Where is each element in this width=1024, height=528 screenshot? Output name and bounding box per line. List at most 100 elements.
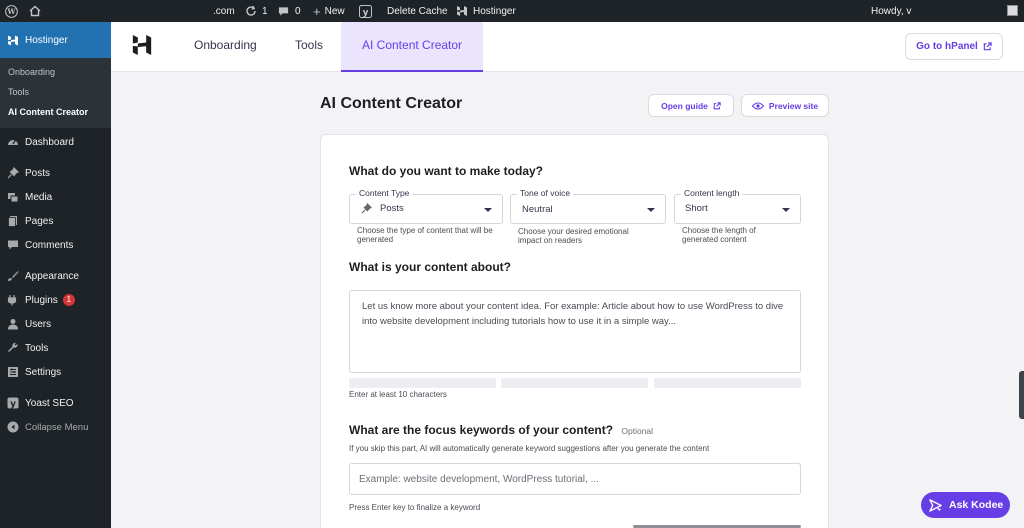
- sidebar-item-settings[interactable]: Settings: [0, 360, 111, 384]
- media-icon: [6, 190, 20, 204]
- hostinger-logo-icon[interactable]: [132, 34, 152, 61]
- chevron-down-icon: [484, 208, 492, 212]
- sidebar-item-appearance[interactable]: Appearance: [0, 264, 111, 288]
- strength-bar: [654, 378, 801, 388]
- sidebar-item-label: Plugins: [25, 294, 58, 306]
- sidebar-item-posts[interactable]: Posts: [0, 161, 111, 185]
- sidebar-item-label: Hostinger: [25, 34, 68, 46]
- content-length-select[interactable]: Content length Short: [674, 188, 801, 224]
- sidebar-item-label: Settings: [25, 366, 62, 378]
- hostinger-adminbar-label: Hostinger: [473, 5, 516, 17]
- sidebar-item-label: Yoast SEO: [25, 397, 74, 409]
- sidebar-item-plugins[interactable]: Plugins 1: [0, 288, 111, 312]
- focus-keywords-input[interactable]: Example: website development, WordPress …: [349, 463, 801, 495]
- admin-bar: W .com 1 0 + New y Delete Cache Hostinge…: [0, 0, 1024, 22]
- new-content-link[interactable]: + New: [313, 0, 345, 22]
- eye-icon: [751, 101, 764, 110]
- ask-kodee-button[interactable]: Ask Kodee: [921, 492, 1010, 518]
- content-type-legend: Content Type: [356, 188, 413, 198]
- sidebar-item-users[interactable]: Users: [0, 312, 111, 336]
- comment-bubble-icon: [278, 6, 289, 17]
- hostinger-adminbar-link[interactable]: Hostinger: [456, 0, 516, 22]
- tab-tools[interactable]: Tools: [295, 22, 323, 72]
- hostinger-top-nav: Onboarding Tools AI Content Creator Go t…: [111, 22, 1024, 72]
- comments-icon: [6, 238, 20, 252]
- comments-count: 0: [295, 5, 301, 17]
- open-guide-button[interactable]: Open guide: [648, 94, 734, 117]
- sidebar-item-label: Dashboard: [25, 136, 74, 148]
- content-about-textarea[interactable]: Let us know more about your content idea…: [349, 290, 801, 373]
- go-to-hpanel-label: Go to hPanel: [916, 41, 978, 52]
- content-type-value: Posts: [380, 203, 404, 214]
- tab-onboarding[interactable]: Onboarding: [194, 22, 257, 72]
- comments-link[interactable]: 0: [278, 0, 301, 22]
- sidebar-item-hostinger[interactable]: Hostinger: [0, 22, 111, 58]
- preview-site-button[interactable]: Preview site: [741, 94, 829, 117]
- sidebar-item-label: Posts: [25, 167, 51, 179]
- focus-keywords-hint: Press Enter key to finalize a keyword: [349, 503, 481, 512]
- strength-bar: [349, 378, 496, 388]
- collapse-icon: [6, 420, 20, 434]
- admin-sidebar: Hostinger Onboarding Tools AI Content Cr…: [0, 22, 111, 528]
- open-guide-label: Open guide: [661, 100, 708, 111]
- submenu-ai-content-creator[interactable]: AI Content Creator: [0, 102, 111, 122]
- user-avatar[interactable]: [1007, 5, 1018, 16]
- focus-keywords-label: What are the focus keywords of your cont…: [349, 423, 614, 437]
- howdy-user[interactable]: Howdy, ᴠ: [871, 0, 911, 22]
- tone-of-voice-legend: Tone of voice: [517, 188, 574, 198]
- sidebar-item-label: Users: [25, 318, 52, 330]
- sidebar-item-label: Collapse Menu: [25, 421, 89, 433]
- external-link-icon: [713, 101, 721, 110]
- tone-of-voice-select[interactable]: Tone of voice Neutral: [510, 188, 666, 224]
- content-type-select[interactable]: Content Type Posts: [349, 188, 503, 224]
- sidebar-item-media[interactable]: Media: [0, 185, 111, 209]
- pin-icon: [6, 166, 20, 180]
- site-name-link[interactable]: .com: [213, 0, 235, 22]
- submenu-onboarding[interactable]: Onboarding: [0, 62, 111, 82]
- hostinger-logo-icon: [456, 5, 468, 17]
- focus-keywords-heading: What are the focus keywords of your cont…: [349, 423, 653, 437]
- scroll-handle[interactable]: [1019, 371, 1024, 419]
- settings-icon: [6, 365, 20, 379]
- plugins-update-badge: 1: [62, 294, 75, 306]
- tab-ai-content-creator[interactable]: AI Content Creator: [341, 22, 484, 72]
- chevron-down-icon: [647, 208, 655, 212]
- sidebar-item-label: Tools: [25, 342, 49, 354]
- svg-text:y: y: [363, 8, 369, 18]
- content-type-hint: Choose the type of content that will be …: [357, 226, 493, 244]
- sidebar-item-yoast-seo[interactable]: y Yoast SEO: [0, 391, 111, 415]
- content-about-hint: Enter at least 10 characters: [349, 390, 447, 399]
- sidebar-item-tools[interactable]: Tools: [0, 336, 111, 360]
- content-form-card: What do you want to make today? Content …: [320, 134, 829, 528]
- updates-count: 1: [262, 5, 268, 17]
- sparkle-icon: [929, 498, 942, 512]
- sidebar-item-pages[interactable]: Pages: [0, 209, 111, 233]
- tone-of-voice-hint: Choose your desired emotional impact on …: [518, 227, 629, 245]
- yoast-adminbar-icon[interactable]: y: [359, 0, 372, 22]
- tone-of-voice-value: Neutral: [522, 204, 553, 215]
- sidebar-item-dashboard[interactable]: Dashboard: [0, 130, 111, 154]
- updates-icon: [245, 5, 257, 17]
- yoast-icon: y: [6, 396, 20, 410]
- sidebar-item-comments[interactable]: Comments: [0, 233, 111, 257]
- go-to-hpanel-button[interactable]: Go to hPanel: [905, 33, 1003, 60]
- delete-cache-link[interactable]: Delete Cache: [387, 0, 448, 22]
- preview-site-label: Preview site: [768, 100, 819, 111]
- sidebar-item-label: Media: [25, 191, 53, 203]
- home-icon[interactable]: [29, 0, 41, 22]
- content-length-hint: Choose the length of generated content: [682, 226, 756, 244]
- new-label: New: [324, 5, 345, 17]
- dashboard-icon: [6, 135, 20, 149]
- sidebar-item-label: Appearance: [25, 270, 79, 282]
- sidebar-item-collapse-menu[interactable]: Collapse Menu: [0, 415, 111, 439]
- updates-link[interactable]: 1: [245, 0, 268, 22]
- sidebar-item-label: Pages: [25, 215, 54, 227]
- plus-icon: +: [313, 3, 321, 19]
- svg-text:y: y: [10, 400, 16, 410]
- submenu-tools[interactable]: Tools: [0, 82, 111, 102]
- focus-keywords-description: If you skip this part, AI will automatic…: [349, 444, 710, 453]
- wordpress-logo-icon[interactable]: W: [5, 0, 18, 22]
- focus-keywords-placeholder: Example: website development, WordPress …: [359, 474, 599, 485]
- chevron-down-icon: [782, 208, 790, 212]
- plug-icon: [6, 293, 20, 307]
